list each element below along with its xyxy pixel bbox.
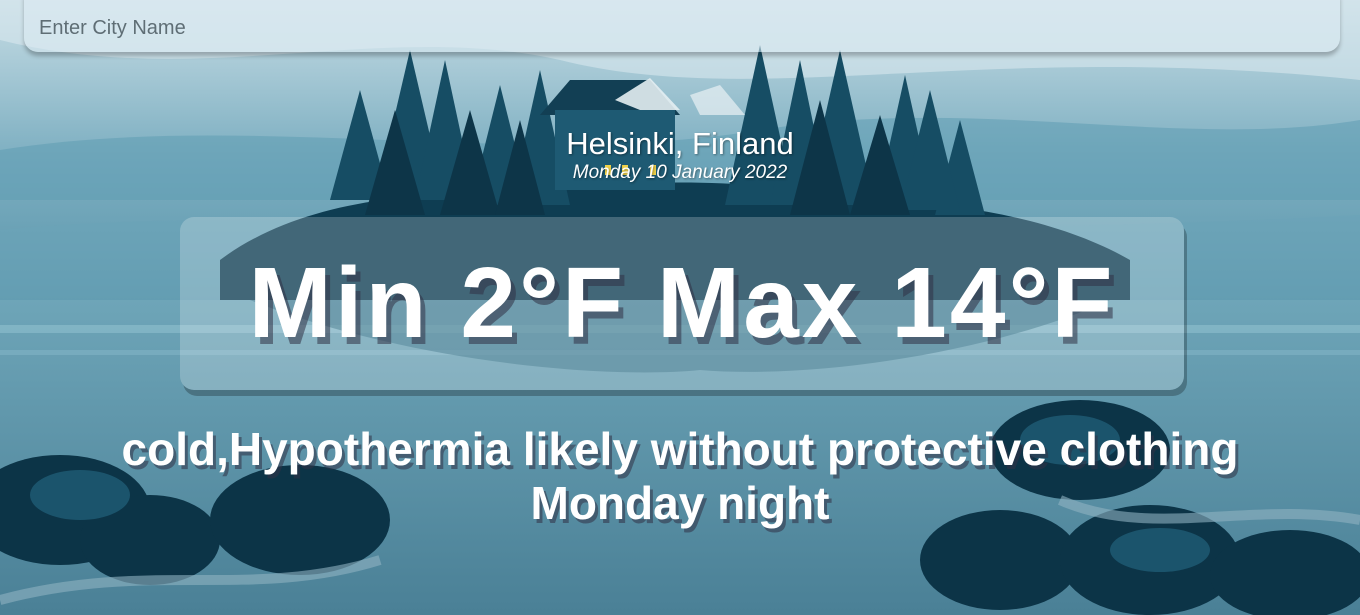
temperature-box: Min 2°F Max 14°F xyxy=(180,217,1184,390)
search-box[interactable] xyxy=(24,0,1340,52)
city-name: Helsinki, Finland xyxy=(566,126,794,161)
location-block: Helsinki, Finland Monday 10 January 2022 xyxy=(0,126,1360,184)
weather-forecast: cold,Hypothermia likely without protecti… xyxy=(0,422,1360,530)
temperature-range: Min 2°F Max 14°F xyxy=(248,247,1116,359)
weather-period: Monday night xyxy=(530,477,830,529)
current-date: Monday 10 January 2022 xyxy=(572,162,788,183)
weather-description: cold,Hypothermia likely without protecti… xyxy=(121,423,1239,475)
city-search-input[interactable] xyxy=(24,0,1340,52)
